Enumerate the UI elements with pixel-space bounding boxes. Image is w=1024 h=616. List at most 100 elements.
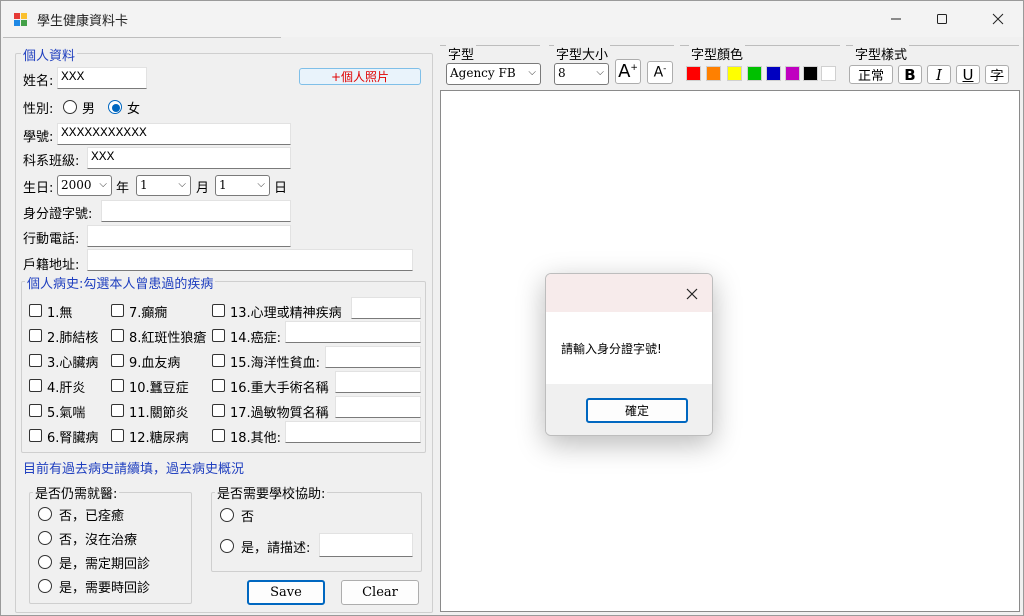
disease-label: 17.過敏物質名稱 [230, 406, 329, 421]
birth-month-value: 1 [140, 178, 148, 192]
name-field[interactable]: XXX [57, 67, 147, 89]
birth-day-select[interactable]: 1 ⌵ [215, 175, 270, 196]
phone-label: 行動電話: [23, 232, 80, 247]
disease-checkbox[interactable] [29, 329, 42, 342]
allergy-field[interactable] [335, 396, 421, 418]
id-number-field[interactable] [101, 200, 291, 222]
school-no-radio[interactable] [220, 508, 234, 522]
address-field[interactable] [87, 249, 413, 271]
gender-female-radio[interactable] [108, 100, 122, 114]
disease-checkbox[interactable] [29, 379, 42, 392]
disease-label: 10.蠶豆症 [129, 381, 189, 396]
app-icon [14, 13, 27, 26]
dialog-ok-button[interactable]: 確定 [586, 398, 688, 423]
other-field[interactable] [285, 421, 421, 443]
disease-checkbox[interactable] [29, 429, 42, 442]
font-family-select[interactable]: Agency FB ⌵ [446, 63, 541, 85]
birth-year-select[interactable]: 2000 ⌵ [57, 175, 112, 196]
color-swatch-red[interactable] [686, 66, 701, 81]
school-no-label: 否 [241, 510, 255, 525]
maximize-button[interactable] [919, 1, 965, 37]
medical-option-label: 是，需要時回診 [59, 581, 151, 596]
medical-option-radio[interactable] [38, 507, 52, 521]
chevron-down-icon: ⌵ [178, 179, 186, 190]
save-button[interactable]: Save [247, 580, 325, 605]
past-history-note: 目前有過去病史請續填，過去病史概況 [23, 462, 245, 477]
disease-checkbox[interactable] [29, 354, 42, 367]
medical-option-radio[interactable] [38, 531, 52, 545]
underline-button[interactable]: U [956, 65, 980, 84]
cancer-field[interactable] [285, 321, 421, 343]
disease-checkbox[interactable] [111, 379, 124, 392]
disease-checkbox[interactable] [111, 404, 124, 417]
gender-label: 性別: [23, 102, 54, 117]
font-shrink-button[interactable]: A- [647, 61, 673, 84]
disease-label: 18.其他: [230, 431, 282, 446]
minimize-icon [891, 18, 901, 20]
dialog-close-button[interactable] [682, 284, 702, 304]
chevron-down-icon: ⌵ [528, 67, 536, 78]
color-swatch-white[interactable] [821, 66, 836, 81]
disease-checkbox[interactable] [212, 404, 225, 417]
disease-label: 15.海洋性貧血: [230, 356, 321, 371]
mental-illness-field[interactable] [351, 297, 421, 319]
birth-month-select[interactable]: 1 ⌵ [136, 175, 191, 196]
disease-checkbox[interactable] [111, 329, 124, 342]
clear-button[interactable]: Clear [341, 580, 419, 605]
close-icon [992, 13, 1004, 25]
chevron-down-icon: ⌵ [257, 179, 265, 190]
birth-day-value: 1 [219, 178, 227, 192]
medical-option-radio[interactable] [38, 555, 52, 569]
student-id-label: 學號: [23, 130, 54, 145]
disease-label: 12.糖尿病 [129, 431, 189, 446]
close-window-button[interactable] [975, 1, 1021, 37]
font-grow-button[interactable]: A+ [615, 59, 641, 84]
medical-option-radio[interactable] [38, 579, 52, 593]
phone-field[interactable] [87, 225, 291, 247]
title-divider [3, 37, 281, 38]
minimize-button[interactable] [873, 1, 919, 37]
disease-checkbox[interactable] [111, 304, 124, 317]
class-field[interactable]: XXX [87, 147, 291, 169]
color-swatch-black[interactable] [803, 66, 818, 81]
student-id-field[interactable]: XXXXXXXXXXX [57, 123, 291, 145]
font-size-select[interactable]: 8 ⌵ [554, 63, 609, 85]
disease-label: 8.紅斑性狼瘡 [129, 331, 207, 346]
school-description-field[interactable] [319, 533, 413, 557]
medical-group-title: 是否仍需就醫: [33, 483, 120, 502]
color-swatch-blue[interactable] [766, 66, 781, 81]
font-style-label: 字型樣式 [853, 44, 910, 63]
disease-label: 14.癌症: [230, 331, 282, 346]
disease-checkbox[interactable] [212, 304, 225, 317]
color-swatch-purple[interactable] [785, 66, 800, 81]
color-swatch-green[interactable] [747, 66, 762, 81]
style-regular-button[interactable]: 正常 [849, 65, 893, 84]
personal-group-title: 個人資料 [21, 45, 78, 64]
disease-checkbox[interactable] [212, 379, 225, 392]
add-photo-button[interactable]: +個人照片 [299, 68, 421, 85]
year-label: 年 [116, 181, 130, 196]
disease-checkbox[interactable] [212, 429, 225, 442]
bold-button[interactable]: B [898, 65, 922, 84]
thalassemia-field[interactable] [325, 346, 421, 368]
disease-label: 4.肝炎 [47, 381, 86, 396]
color-swatch-orange[interactable] [706, 66, 721, 81]
rich-text-editor[interactable] [440, 90, 1020, 612]
gender-male-radio[interactable] [63, 100, 77, 114]
window-title: 學生健康資料卡 [37, 14, 129, 29]
disease-checkbox[interactable] [29, 404, 42, 417]
surgery-field[interactable] [335, 371, 421, 393]
color-swatch-yellow[interactable] [727, 66, 742, 81]
disease-checkbox[interactable] [111, 429, 124, 442]
italic-button[interactable]: I [927, 65, 951, 84]
disease-checkbox[interactable] [212, 354, 225, 367]
gender-female-label: 女 [127, 102, 141, 117]
disease-checkbox[interactable] [29, 304, 42, 317]
disease-checkbox[interactable] [111, 354, 124, 367]
strikeout-button[interactable]: 字 [985, 65, 1009, 84]
disease-checkbox[interactable] [212, 329, 225, 342]
school-yes-radio[interactable] [220, 539, 234, 553]
font-label: 字型 [446, 44, 477, 63]
title-bar: 學生健康資料卡 [1, 1, 1023, 37]
disease-label: 2.肺結核 [47, 331, 99, 346]
